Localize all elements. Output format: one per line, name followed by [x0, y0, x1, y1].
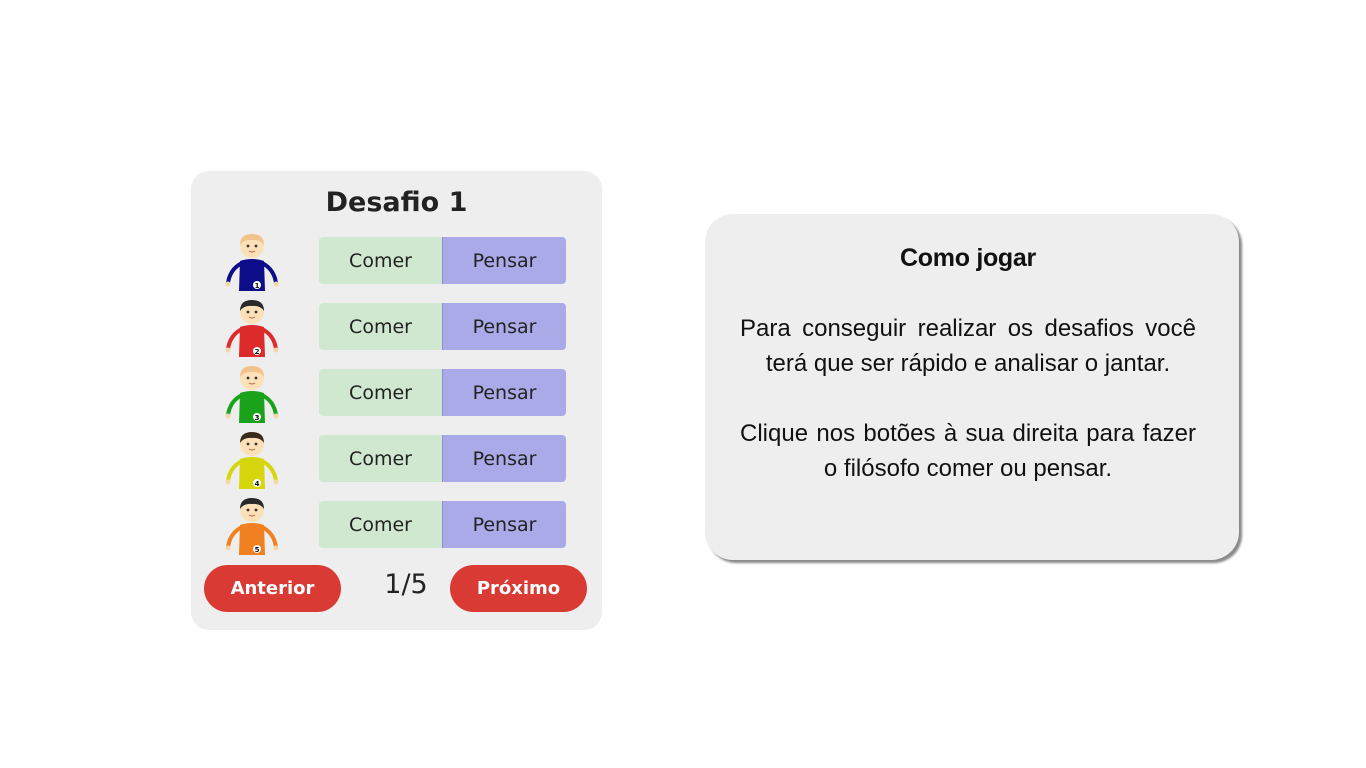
philosopher-row-2: 2 Comer Pensar [191, 297, 602, 357]
how-to-play-card: Como jogar Para conseguir realizar os de… [705, 214, 1239, 560]
how-to-play-title: Como jogar [900, 244, 1036, 272]
challenge-counter: 1/5 [384, 569, 428, 600]
think-button-1[interactable]: Pensar [442, 237, 566, 284]
philosopher-row-3: 3 Comer Pensar [191, 363, 602, 423]
action-buttons-1: Comer Pensar [319, 237, 566, 284]
think-button-3[interactable]: Pensar [442, 369, 566, 416]
think-button-4[interactable]: Pensar [442, 435, 566, 482]
how-to-play-text-1: Para conseguir realizar os desafios você… [740, 315, 1196, 377]
think-button-2[interactable]: Pensar [442, 303, 566, 350]
eat-button-2[interactable]: Comer [319, 303, 442, 350]
think-button-5[interactable]: Pensar [442, 501, 566, 548]
philosopher-1-icon: 1 [225, 234, 279, 291]
eat-button-5[interactable]: Comer [319, 501, 442, 548]
philosopher-2-icon: 2 [225, 300, 279, 357]
philosopher-row-5: 5 Comer Pensar [191, 495, 602, 555]
challenge-panel: Desafio 1 1 Comer Pensar 2 Comer Pensar … [191, 171, 602, 630]
philosopher-row-4: 4 Comer Pensar [191, 429, 602, 489]
philosopher-3-icon: 3 [225, 366, 279, 423]
eat-button-1[interactable]: Comer [319, 237, 442, 284]
philosopher-number: 3 [255, 414, 260, 422]
challenge-title: Desafio 1 [325, 187, 468, 218]
philosopher-number: 5 [255, 546, 260, 554]
how-to-play-text-2: Clique nos botões à sua direita para faz… [740, 420, 1196, 482]
philosopher-number: 4 [255, 480, 260, 488]
philosopher-4-icon: 4 [225, 432, 279, 489]
philosopher-5-icon: 5 [225, 498, 279, 555]
previous-button[interactable]: Anterior [204, 565, 341, 612]
action-buttons-4: Comer Pensar [319, 435, 566, 482]
next-button[interactable]: Próximo [450, 565, 587, 612]
action-buttons-3: Comer Pensar [319, 369, 566, 416]
action-buttons-5: Comer Pensar [319, 501, 566, 548]
philosopher-row-1: 1 Comer Pensar [191, 231, 602, 291]
eat-button-3[interactable]: Comer [319, 369, 442, 416]
philosopher-number: 2 [255, 348, 260, 356]
eat-button-4[interactable]: Comer [319, 435, 442, 482]
game-screen: Desafio 1 1 Comer Pensar 2 Comer Pensar … [0, 0, 1366, 768]
action-buttons-2: Comer Pensar [319, 303, 566, 350]
philosopher-number: 1 [255, 282, 260, 290]
